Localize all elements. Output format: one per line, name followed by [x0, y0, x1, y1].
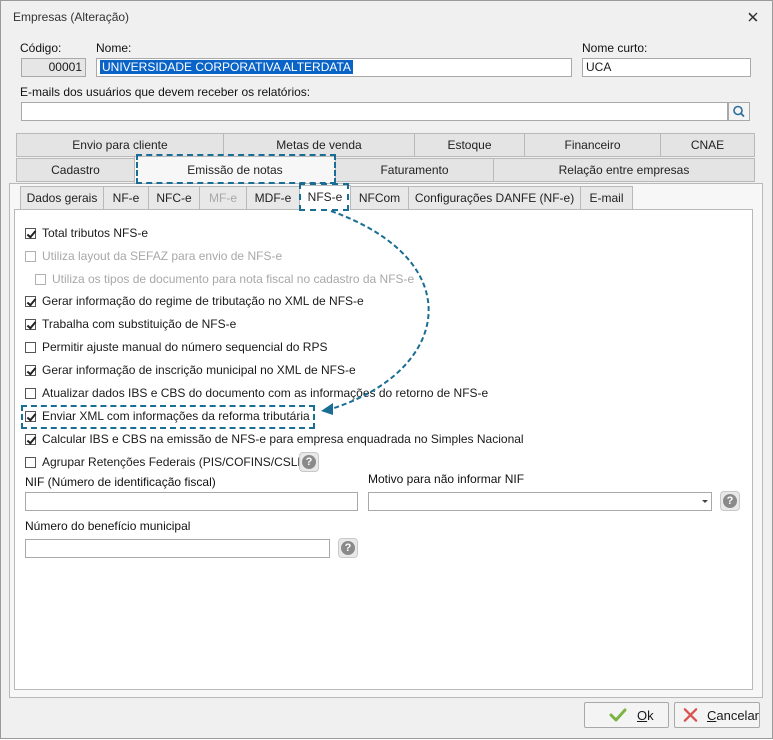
tab-financeiro[interactable]: Financeiro — [524, 133, 661, 157]
checkbox[interactable] — [25, 341, 36, 353]
search-button[interactable] — [728, 102, 750, 121]
subtab-configuracoes-danfe[interactable]: Configurações DANFE (NF-e) — [408, 186, 581, 210]
nome-label: Nome: — [96, 41, 132, 55]
checkbox[interactable] — [25, 318, 36, 330]
nif-field[interactable] — [25, 492, 358, 511]
ok-button[interactable]: Ok — [584, 702, 669, 728]
tab-envio-para-cliente[interactable]: Envio para cliente — [16, 133, 224, 157]
codigo-label: Código: — [20, 41, 62, 55]
title-bar: Empresas (Alteração) — [1, 1, 772, 33]
subtab-nfse[interactable]: NFS-e — [299, 185, 351, 210]
check-icon — [609, 708, 627, 722]
option-agrupar-retencoes[interactable]: Agrupar Retenções Federais (PIS/COFINS/C… — [25, 453, 308, 471]
help-button-motivo[interactable]: ? — [720, 491, 740, 511]
checkbox[interactable] — [25, 456, 36, 468]
subtab-nfce[interactable]: NFC-e — [148, 186, 200, 210]
emails-field[interactable] — [21, 102, 728, 121]
option-inscricao-municipal[interactable]: Gerar informação de inscrição municipal … — [25, 361, 356, 379]
option-label: Utiliza os tipos de documento para nota … — [52, 272, 415, 286]
checkbox[interactable] — [25, 387, 36, 399]
cancel-label: Cancelar — [707, 708, 759, 723]
option-label: Calcular IBS e CBS na emissão de NFS-e p… — [42, 432, 524, 446]
option-label: Atualizar dados IBS e CBS do documento c… — [42, 386, 489, 400]
option-layout-sefaz[interactable]: Utiliza layout da SEFAZ para envio de NF… — [25, 247, 282, 265]
ok-label-rest: k — [647, 707, 654, 723]
window-title: Empresas (Alteração) — [13, 10, 130, 24]
dialog-window: Empresas (Alteração) Código: 00001 Nome:… — [0, 0, 773, 739]
option-substituicao[interactable]: Trabalha com substituição de NFS-e — [25, 315, 236, 333]
checkbox[interactable] — [25, 227, 36, 239]
x-icon — [683, 708, 698, 722]
ok-mnemonic: O — [637, 707, 648, 723]
close-icon[interactable] — [746, 10, 760, 24]
checkbox[interactable] — [35, 273, 46, 285]
option-label: Gerar informação de inscrição municipal … — [42, 363, 356, 377]
nome-field[interactable]: UNIVERSIDADE CORPORATIVA ALTERDATA — [96, 58, 572, 77]
tab-metas-de-venda[interactable]: Metas de venda — [223, 133, 415, 157]
option-label: Gerar informação do regime de tributação… — [42, 294, 364, 308]
option-label: Enviar XML com informações da reforma tr… — [42, 409, 310, 423]
beneficio-label: Número do benefício municipal — [25, 519, 191, 533]
option-reforma-tributaria[interactable]: Enviar XML com informações da reforma tr… — [25, 407, 310, 425]
option-label: Agrupar Retenções Federais (PIS/COFINS/C… — [42, 455, 309, 469]
nif-label: NIF (Número de identificação fiscal) — [25, 475, 216, 489]
tab-relacao-entre-empresas[interactable]: Relação entre empresas — [493, 158, 755, 182]
help-icon: ? — [302, 455, 316, 469]
codigo-field[interactable]: 00001 — [21, 58, 86, 77]
tab-estoque[interactable]: Estoque — [414, 133, 525, 157]
checkbox[interactable] — [25, 433, 36, 445]
nome-curto-field[interactable]: UCA — [582, 58, 751, 77]
nome-curto-label: Nome curto: — [582, 41, 648, 55]
subtab-nfe[interactable]: NF-e — [103, 186, 149, 210]
help-button-agrupar[interactable]: ? — [299, 452, 319, 472]
option-label: Utiliza layout da SEFAZ para envio de NF… — [42, 249, 283, 263]
subtab-dados-gerais[interactable]: Dados gerais — [20, 186, 104, 210]
emails-label: E-mails dos usuários que devem receber o… — [20, 85, 311, 99]
tab-cnae[interactable]: CNAE — [660, 133, 755, 157]
checkbox[interactable] — [25, 250, 36, 262]
subtab-mdfe[interactable]: MDF-e — [246, 186, 300, 210]
ok-label: Ok — [637, 708, 654, 723]
subtab-nfcom[interactable]: NFCom — [350, 186, 409, 210]
help-icon: ? — [723, 494, 737, 508]
chevron-down-icon[interactable] — [698, 492, 712, 511]
option-label: Total tributos NFS-e — [42, 226, 149, 240]
cancel-button[interactable]: Cancelar — [674, 702, 760, 728]
tab-cadastro[interactable]: Cadastro — [16, 158, 135, 182]
option-atualizar-ibs-cbs[interactable]: Atualizar dados IBS e CBS do documento c… — [25, 384, 488, 402]
option-label: Trabalha com substituição de NFS-e — [42, 317, 237, 331]
option-calcular-ibs-cbs[interactable]: Calcular IBS e CBS na emissão de NFS-e p… — [25, 430, 524, 448]
nome-value: UNIVERSIDADE CORPORATIVA ALTERDATA — [100, 60, 353, 74]
motivo-label: Motivo para não informar NIF — [368, 472, 525, 486]
tab-emissao-de-notas[interactable]: Emissão de notas — [134, 156, 336, 184]
cancel-label-rest: ancelar — [716, 707, 759, 723]
checkbox[interactable] — [25, 364, 36, 376]
subtab-email[interactable]: E-mail — [580, 186, 633, 210]
cancel-mnemonic: C — [706, 707, 717, 723]
subtab-mfe[interactable]: MF-e — [199, 186, 247, 210]
option-ajuste-rps[interactable]: Permitir ajuste manual do número sequenc… — [25, 338, 327, 356]
option-label: Permitir ajuste manual do número sequenc… — [42, 340, 328, 354]
help-button-beneficio[interactable]: ? — [338, 538, 358, 558]
option-total-tributos[interactable]: Total tributos NFS-e — [25, 224, 148, 242]
checkbox[interactable] — [25, 295, 36, 307]
search-icon — [733, 105, 745, 118]
tab-faturamento[interactable]: Faturamento — [335, 158, 494, 182]
motivo-select[interactable] — [368, 492, 712, 511]
beneficio-field[interactable] — [25, 539, 330, 558]
option-regime-tributacao[interactable]: Gerar informação do regime de tributação… — [25, 292, 364, 310]
help-icon: ? — [341, 541, 355, 555]
checkbox[interactable] — [25, 410, 36, 422]
option-tipos-documento[interactable]: Utiliza os tipos de documento para nota … — [35, 270, 414, 288]
